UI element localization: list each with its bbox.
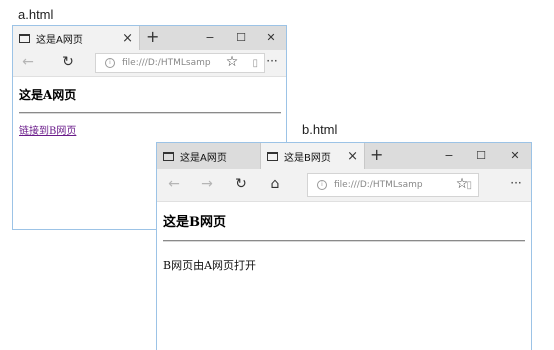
close-window-button[interactable]: ✕ [505, 149, 525, 162]
refresh-icon[interactable]: ↻ [59, 54, 77, 70]
favorite-star-icon[interactable]: ☆ [223, 54, 241, 70]
tab-label: 这是B网页 [284, 152, 331, 164]
tab-b-page[interactable]: 这是B网页 × [261, 143, 365, 169]
tab-page-icon [267, 151, 278, 161]
link-to-b[interactable]: 链接到B网页 [19, 122, 76, 137]
tab-label: 这是A网页 [36, 34, 83, 46]
tab-page-icon [163, 151, 174, 161]
minimize-button[interactable]: − [439, 149, 459, 162]
forward-icon[interactable]: → [198, 176, 216, 192]
browser-toolbar: ← → ↻ ⌂ i file:///D:/HTMLsamp ▯ ☆ ··· [157, 169, 531, 202]
more-options-icon[interactable]: ··· [507, 176, 525, 190]
back-icon[interactable]: ← [19, 54, 37, 70]
close-tab-icon[interactable]: × [122, 31, 133, 46]
new-tab-button[interactable]: + [370, 145, 383, 164]
home-icon[interactable]: ⌂ [266, 176, 284, 192]
horizontal-rule [19, 112, 281, 114]
horizontal-rule [163, 240, 525, 242]
maximize-button[interactable]: ☐ [471, 149, 491, 162]
tab-bar: 这是A网页 这是B网页 × + − ☐ ✕ [157, 143, 531, 170]
tab-bar: 这是A网页 × + − ☐ ✕ [13, 26, 286, 51]
refresh-icon[interactable]: ↻ [232, 176, 250, 192]
browser-toolbar: ← ↻ i file:///D:/HTMLsamp ▯ ☆ ··· [13, 50, 286, 77]
close-tab-icon[interactable]: × [347, 149, 358, 164]
tab-page-icon [19, 33, 30, 43]
browser-window-b: 这是A网页 这是B网页 × + − ☐ ✕ ← → ↻ ⌂ i file:///… [156, 142, 532, 350]
close-window-button[interactable]: ✕ [261, 31, 281, 44]
tab-a-page[interactable]: 这是A网页 × [13, 26, 140, 50]
more-options-icon[interactable]: ··· [263, 54, 281, 68]
tab-label: 这是A网页 [180, 152, 227, 164]
caption-a: a.html [18, 7, 54, 22]
info-icon[interactable]: i [105, 58, 115, 68]
info-icon[interactable]: i [317, 180, 327, 190]
address-text: file:///D:/HTMLsamp [334, 180, 423, 190]
tab-a-page[interactable]: 这是A网页 [157, 143, 261, 169]
caption-b: b.html [302, 122, 338, 137]
page-heading: 这是B网页 [163, 215, 226, 230]
back-icon[interactable]: ← [165, 176, 183, 192]
reading-view-icon[interactable]: ▯ [252, 58, 258, 69]
page-text: B网页由A网页打开 [163, 259, 257, 272]
page-heading: 这是A网页 [19, 88, 77, 102]
new-tab-button[interactable]: + [146, 27, 159, 46]
minimize-button[interactable]: − [200, 31, 220, 44]
favorite-star-icon[interactable]: ☆ [453, 176, 471, 192]
maximize-button[interactable]: ☐ [231, 31, 251, 44]
